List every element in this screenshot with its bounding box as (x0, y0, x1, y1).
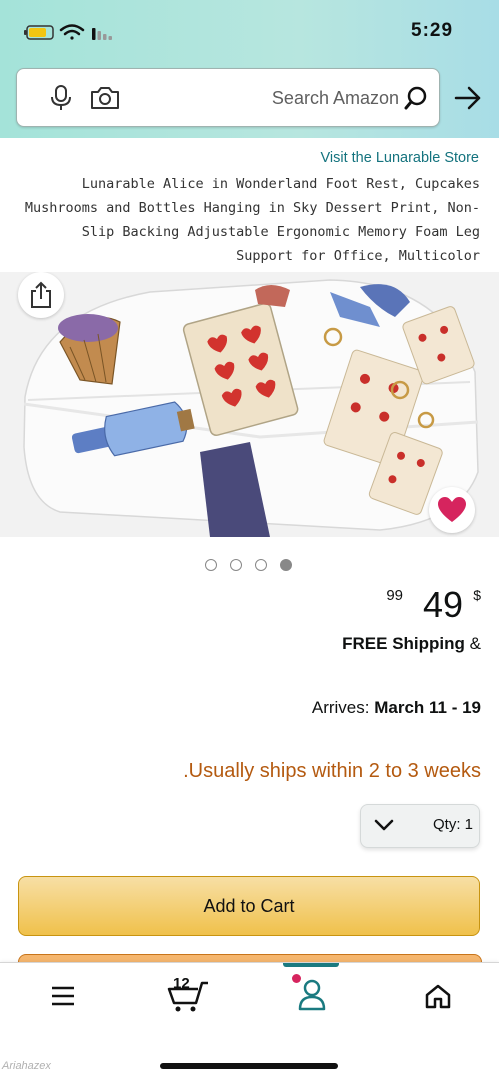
camera-icon[interactable] (89, 85, 121, 111)
arrives-label: Arrives: (311, 698, 370, 717)
foot-rest-illustration (0, 272, 499, 537)
cart-count: 12 (173, 975, 190, 992)
menu-icon[interactable] (50, 985, 76, 1007)
wifi-icon (59, 24, 85, 40)
share-icon (31, 281, 51, 308)
home-icon[interactable] (424, 983, 452, 1009)
carousel-dot[interactable] (255, 559, 267, 571)
account-icon (298, 979, 326, 1011)
search-input[interactable] (147, 79, 401, 117)
price-fraction: 99 (386, 587, 403, 604)
price-currency: $ (473, 587, 481, 603)
carousel-dot[interactable] (230, 559, 242, 571)
price: $ 49 99 (371, 585, 481, 625)
cart-tab[interactable]: 12 (166, 975, 212, 1015)
signal-icon (92, 28, 112, 40)
add-to-cart-button[interactable]: Add to Cart (18, 876, 480, 936)
back-arrow-icon[interactable] (453, 85, 483, 111)
share-button[interactable] (18, 272, 64, 318)
arrives-date: March 11 - 19 (374, 698, 481, 717)
quantity-label: Qty: 1 (432, 816, 473, 833)
app-header: 5:29 (0, 0, 499, 138)
price-whole: 49 (422, 584, 463, 625)
microphone-icon[interactable] (49, 84, 73, 112)
account-tab[interactable] (292, 973, 332, 1015)
delivery-estimate: Arrives: March 11 - 19 (312, 698, 481, 718)
carousel-dot-active[interactable] (280, 559, 292, 571)
shipping-info: & FREE Shipping (342, 634, 481, 654)
image-carousel-dots (205, 559, 295, 573)
heart-icon (438, 497, 466, 522)
store-link[interactable]: Visit the Lunarable Store (320, 150, 479, 166)
shipping-prefix: & (469, 634, 481, 653)
carousel-dot[interactable] (205, 559, 217, 571)
free-shipping: FREE Shipping (342, 634, 465, 653)
status-icons (24, 24, 112, 40)
product-title: Lunarable Alice in Wonderland Foot Rest,… (24, 176, 480, 264)
status-time: 5:29 (411, 20, 454, 41)
wishlist-button[interactable] (429, 487, 475, 533)
search-icon[interactable] (403, 85, 429, 111)
quantity-selector[interactable]: Qty: 1 (360, 804, 480, 848)
active-tab-indicator (283, 963, 339, 967)
home-indicator (160, 1063, 338, 1069)
availability-text: Usually ships within 2 to 3 weeks. (183, 760, 481, 782)
battery-icon (24, 25, 54, 40)
product-image[interactable] (0, 272, 499, 537)
chevron-down-icon (374, 819, 394, 831)
watermark: Ariahazex (2, 1060, 51, 1072)
search-bar[interactable] (16, 68, 440, 127)
